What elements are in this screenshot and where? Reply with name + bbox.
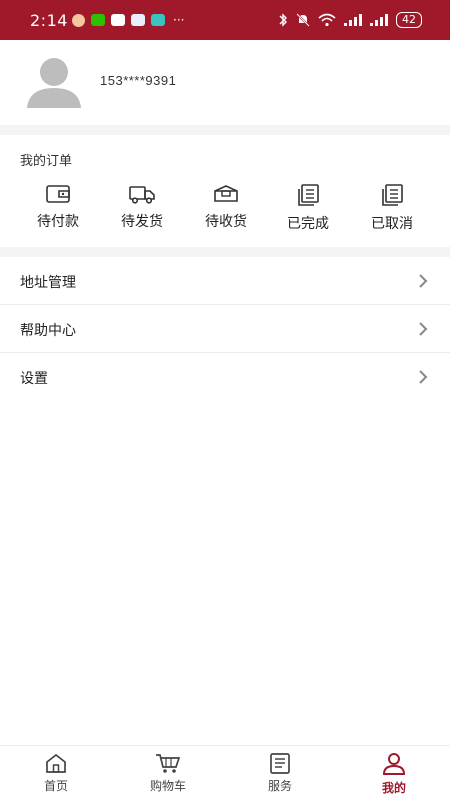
tab-home[interactable]: 首页 <box>16 752 96 794</box>
my-orders-section: 我的订单 待付款 待发货 待收货 已完成 已取消 <box>0 135 450 247</box>
package-icon <box>214 185 238 202</box>
order-pending-payment[interactable]: 待付款 <box>16 183 100 231</box>
boss-app-icon <box>151 14 165 26</box>
menu-item-help[interactable]: 帮助中心 <box>0 305 450 353</box>
order-pending-receipt[interactable]: 待收货 <box>184 183 268 231</box>
clipboard-icon <box>270 753 290 774</box>
chevron-right-icon <box>419 274 428 288</box>
wechat-icon <box>91 14 105 26</box>
document-stack-icon <box>298 184 319 206</box>
section-divider <box>0 247 450 257</box>
user-icon <box>382 753 406 775</box>
order-pending-shipment[interactable]: 待发货 <box>100 183 184 231</box>
wifi-icon <box>318 13 336 27</box>
message-app-icon <box>131 14 145 26</box>
settings-menu: 地址管理 帮助中心 设置 <box>0 257 450 401</box>
app-notification-icon <box>72 13 85 27</box>
truck-icon <box>129 186 155 204</box>
avatar-icon[interactable] <box>25 56 83 108</box>
signal-icon-2 <box>370 14 388 26</box>
tab-mine[interactable]: 我的 <box>354 752 434 796</box>
menu-item-address[interactable]: 地址管理 <box>0 257 450 305</box>
status-bar: 2:14 ··· 42 <box>0 0 450 40</box>
system-icons: 42 <box>278 12 422 28</box>
bottom-nav: 首页 购物车 服务 我的 <box>0 745 450 800</box>
mute-bell-icon <box>296 13 310 27</box>
profile-header[interactable]: 153****9391 <box>0 40 450 125</box>
menu-item-settings[interactable]: 设置 <box>0 353 450 401</box>
user-phone: 153****9391 <box>100 73 177 88</box>
battery-indicator: 42 <box>396 12 422 28</box>
bluetooth-icon <box>279 13 287 27</box>
chevron-right-icon <box>419 370 428 384</box>
notification-icons: ··· <box>72 13 184 27</box>
tab-cart[interactable]: 购物车 <box>128 752 208 794</box>
home-icon <box>46 753 66 773</box>
chevron-right-icon <box>419 322 428 336</box>
more-notifications-icon: ··· <box>173 13 185 27</box>
wallet-icon <box>46 185 70 203</box>
cart-icon <box>156 754 181 773</box>
status-time: 2:14 <box>30 11 68 30</box>
eye-app-icon <box>111 14 125 26</box>
order-cancelled[interactable]: 已取消 <box>350 183 434 233</box>
order-completed[interactable]: 已完成 <box>266 183 350 233</box>
tab-service[interactable]: 服务 <box>240 752 320 794</box>
signal-icon <box>344 14 362 26</box>
document-stack-icon <box>382 184 403 206</box>
orders-title: 我的订单 <box>20 154 73 169</box>
section-divider <box>0 125 450 135</box>
